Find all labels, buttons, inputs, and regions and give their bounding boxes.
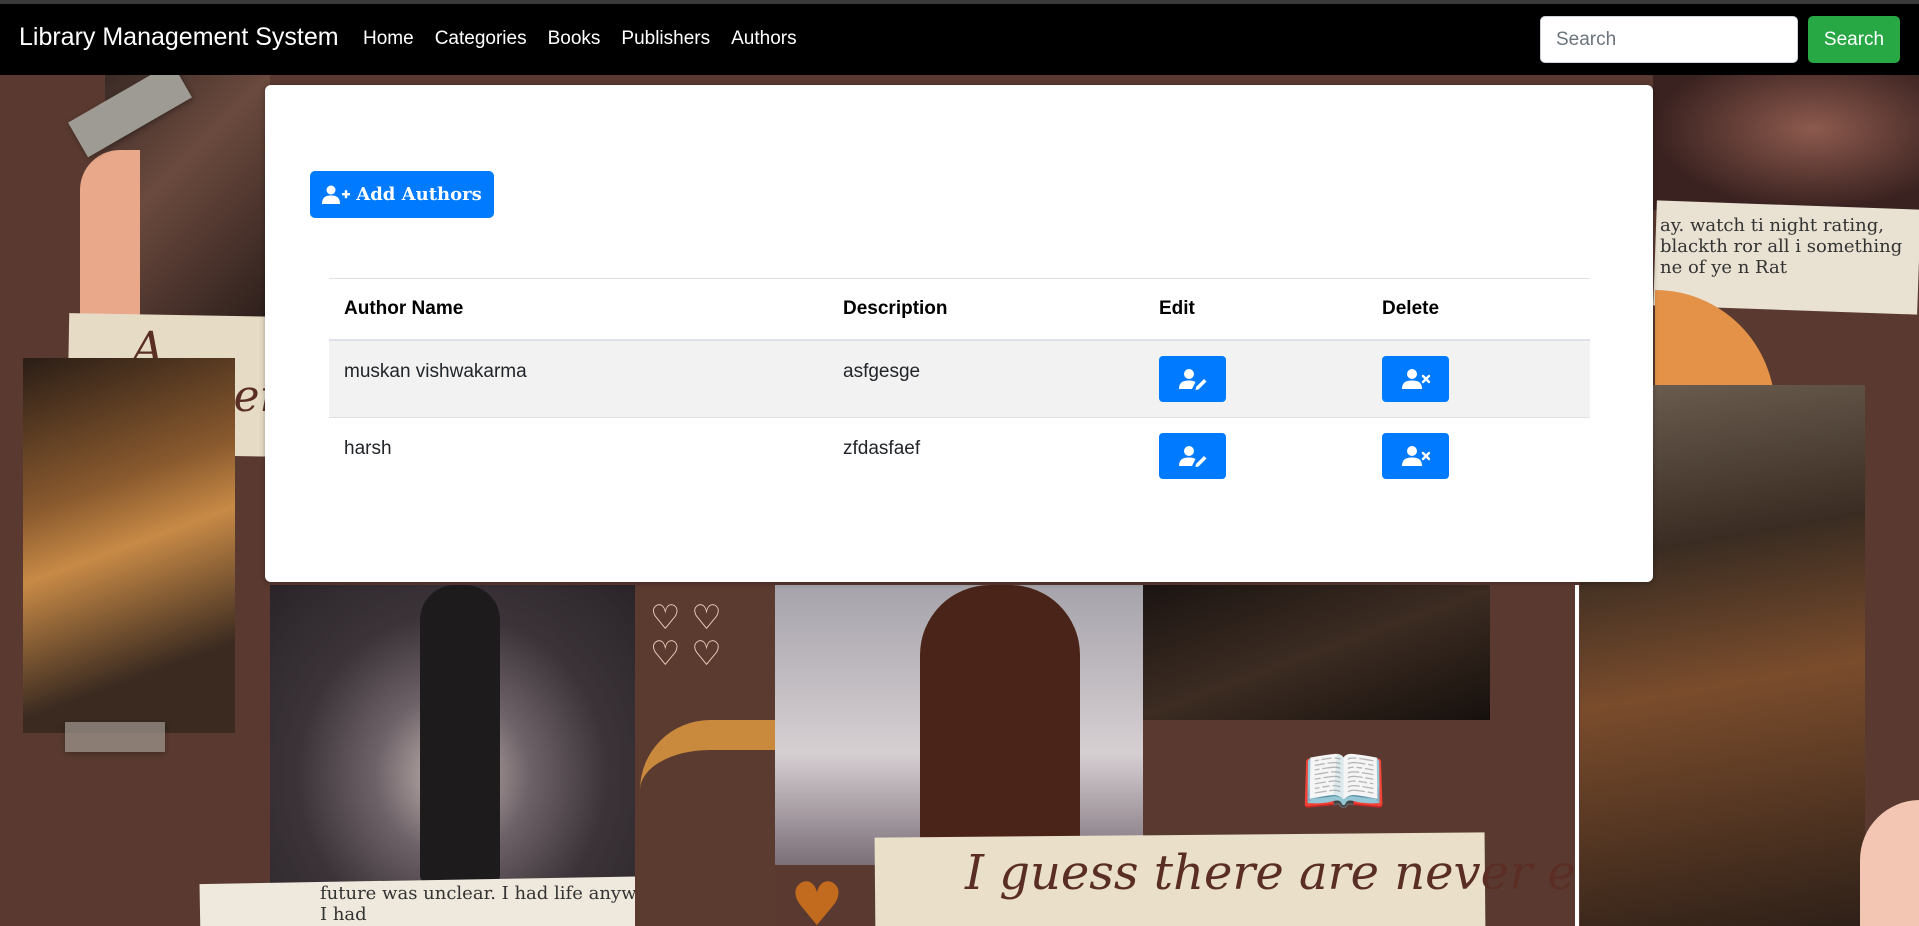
nav-link-books[interactable]: Books bbox=[548, 28, 601, 50]
user-edit-icon bbox=[1178, 445, 1206, 467]
edit-cell bbox=[1144, 416, 1367, 494]
girl-figure bbox=[420, 585, 500, 885]
room-photo-left bbox=[23, 358, 235, 733]
tiara-photo bbox=[1653, 75, 1919, 210]
table-header-row: Author Name Description Edit Delete bbox=[329, 278, 1590, 341]
reading-girl-hair bbox=[920, 585, 1080, 865]
white-vertical-line bbox=[1575, 585, 1579, 926]
authors-card: Add Authors Author Name Description Edit… bbox=[265, 85, 1653, 582]
nav-link-home[interactable]: Home bbox=[363, 28, 414, 50]
user-remove-icon bbox=[1401, 445, 1430, 466]
header-delete: Delete bbox=[1367, 278, 1590, 341]
navbar: Library Management System Home Categorie… bbox=[0, 4, 1919, 75]
description-cell: asfgesge bbox=[828, 339, 1144, 417]
header-edit: Edit bbox=[1144, 278, 1367, 341]
table-row: muskan vishwakarma asfgesge bbox=[329, 339, 1590, 417]
description-cell: zfdasfaef bbox=[828, 416, 1144, 494]
delete-cell bbox=[1367, 416, 1590, 494]
delete-author-button[interactable] bbox=[1382, 356, 1449, 402]
nav-link-authors[interactable]: Authors bbox=[731, 28, 796, 50]
peach-blob-right bbox=[1860, 800, 1919, 926]
search-button[interactable]: Search bbox=[1808, 16, 1900, 63]
edit-author-button[interactable] bbox=[1159, 356, 1226, 402]
user-edit-icon bbox=[1178, 369, 1206, 390]
authors-table: Author Name Description Edit Delete musk… bbox=[329, 278, 1590, 494]
delete-author-button[interactable] bbox=[1382, 432, 1449, 479]
bottom-text: future was unclear. I had life anyway. I… bbox=[320, 883, 661, 925]
book-stack-photo bbox=[1143, 585, 1490, 720]
orange-heart: ♥ bbox=[790, 870, 844, 926]
nav-link-publishers[interactable]: Publishers bbox=[621, 28, 710, 50]
torn-page-words: ay. watch ti night rating, blackth ror a… bbox=[1660, 215, 1903, 278]
author-name-cell: harsh bbox=[329, 416, 828, 494]
add-authors-button[interactable]: Add Authors bbox=[310, 171, 494, 218]
nav-links: Home Categories Books Publishers Authors bbox=[363, 28, 818, 50]
add-authors-label: Add Authors bbox=[356, 184, 482, 205]
delete-cell bbox=[1367, 339, 1590, 417]
edit-author-button[interactable] bbox=[1159, 432, 1226, 479]
table-row: harsh zfdasfaef bbox=[329, 416, 1590, 494]
user-plus-icon bbox=[322, 185, 351, 204]
nav-link-categories[interactable]: Categories bbox=[435, 28, 527, 50]
heart-doodles: ♡ ♡ ♡ ♡ bbox=[650, 598, 722, 674]
open-book-doodle: 📖 bbox=[1300, 740, 1388, 822]
header-author-name: Author Name bbox=[329, 278, 828, 341]
search-input[interactable] bbox=[1540, 16, 1798, 63]
tape-strip-room bbox=[65, 722, 165, 752]
header-description: Description bbox=[828, 278, 1144, 341]
brand-title[interactable]: Library Management System bbox=[19, 23, 339, 52]
author-name-cell: muskan vishwakarma bbox=[329, 339, 828, 417]
user-remove-icon bbox=[1401, 369, 1430, 389]
edit-cell bbox=[1144, 339, 1367, 417]
